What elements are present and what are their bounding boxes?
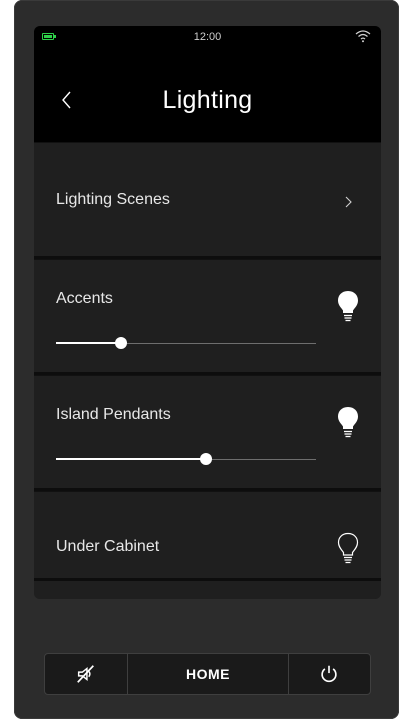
- home-label: HOME: [186, 666, 230, 682]
- bulb-on-icon[interactable]: [337, 406, 359, 440]
- row-label: Island Pendants: [56, 406, 171, 423]
- row-island-pendants: Island Pendants: [34, 375, 381, 489]
- mute-button[interactable]: [45, 654, 127, 694]
- row-lighting-scenes[interactable]: Lighting Scenes: [34, 142, 381, 257]
- page-title: Lighting: [162, 86, 253, 114]
- row-accents: Accents: [34, 259, 381, 373]
- slider-fill: [56, 458, 206, 460]
- row-label: Under Cabinet: [56, 538, 160, 555]
- power-button[interactable]: [289, 654, 370, 694]
- bulb-on-icon[interactable]: [337, 290, 359, 324]
- slider-thumb[interactable]: [199, 453, 212, 465]
- home-button[interactable]: HOME: [128, 654, 288, 694]
- mute-icon: [77, 665, 94, 683]
- slider-thumb[interactable]: [115, 337, 127, 349]
- slider-fill: [56, 342, 121, 344]
- bulb-off-icon[interactable]: [337, 532, 359, 566]
- row-under-cabinet: Under Cabinet: [34, 491, 381, 599]
- row-label: Accents: [56, 290, 113, 307]
- header: Lighting: [34, 48, 381, 142]
- screen: 12:00 Lighting Lighting Scenes Accents I…: [34, 26, 381, 599]
- row-label: Lighting Scenes: [56, 191, 170, 208]
- status-bar: 12:00: [34, 26, 381, 48]
- island-pendants-dimmer-slider[interactable]: [56, 451, 316, 467]
- chevron-right-icon: [345, 196, 352, 208]
- accents-dimmer-slider[interactable]: [56, 335, 316, 351]
- power-icon: [321, 665, 337, 683]
- status-time: 12:00: [193, 31, 222, 43]
- divider: [34, 578, 381, 581]
- bottom-button-bar: HOME: [44, 653, 371, 695]
- wifi-icon: [355, 30, 371, 43]
